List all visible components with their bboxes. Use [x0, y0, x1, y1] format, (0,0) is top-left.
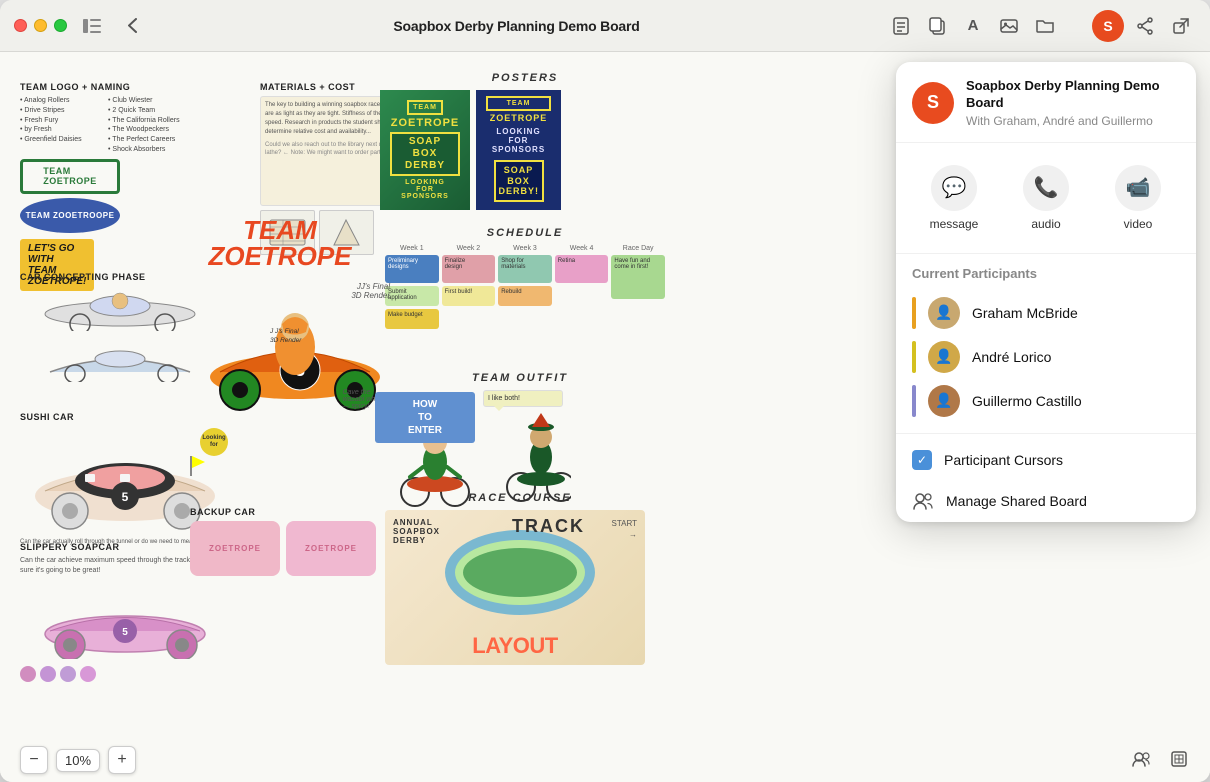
close-button[interactable]	[14, 19, 27, 32]
maximize-button[interactable]	[54, 19, 67, 32]
window-title: Soapbox Derby Planning Demo Board	[157, 18, 876, 34]
bottom-toolbar: − 10% +	[20, 746, 136, 774]
sushi-car-label: SUSHI CAR	[20, 412, 240, 422]
cursors-checkbox-icon: ✓	[912, 450, 932, 470]
race-course-section: RACE COURSE ANNUALSOAPBOXDERBY START→ LA…	[385, 492, 655, 665]
participant-row-andre[interactable]: 👤 André Lorico	[912, 335, 1180, 379]
notes-text: J J's Final3D Render	[270, 327, 370, 345]
collaboration-popup: S Soapbox Derby Planning Demo Board With…	[896, 62, 1196, 522]
folder-icon[interactable]	[1030, 11, 1060, 41]
popup-header: S Soapbox Derby Planning Demo Board With…	[896, 62, 1196, 143]
fit-to-screen-button[interactable]	[1164, 744, 1194, 774]
video-label: video	[1124, 217, 1153, 231]
guillermo-avatar: 👤	[928, 385, 960, 417]
participant-row-graham[interactable]: 👤 Graham McBride	[912, 291, 1180, 335]
team-zoetrope-oval: TEAM ZOOETROOPE	[20, 198, 120, 233]
participant-row-guillermo[interactable]: 👤 Guillermo Castillo	[912, 379, 1180, 423]
participants-title: Current Participants	[912, 266, 1180, 281]
popup-board-subtitle: With Graham, André and Guillermo	[966, 114, 1180, 128]
backup-car-label: BACKUP CAR	[190, 507, 390, 517]
message-action-button[interactable]: 💬 message	[912, 157, 996, 239]
manage-shared-board-label: Manage Shared Board	[946, 493, 1087, 509]
traffic-lights	[14, 19, 67, 32]
team-logo-label: TEAM LOGO + NAMING	[20, 82, 240, 92]
participant-cursors-row[interactable]: ✓ Participant Cursors	[896, 440, 1196, 480]
poster-grid: TEAM ZOETROPE SOAPBOXDERBY LOOKINGFORSPO…	[380, 90, 670, 210]
schedule-section: SCHEDULE Week 1 Preliminarydesigns Submi…	[385, 227, 665, 329]
andre-avatar: 👤	[928, 341, 960, 373]
schedule-label: SCHEDULE	[385, 227, 665, 239]
sidebar-toggle-button[interactable]	[77, 11, 107, 41]
video-icon: 📹	[1115, 165, 1161, 211]
zoom-level-display[interactable]: 10%	[56, 749, 100, 772]
audio-action-button[interactable]: 📞 audio	[1004, 157, 1088, 239]
share-button[interactable]	[1130, 11, 1160, 41]
guillermo-name: Guillermo Castillo	[972, 393, 1082, 409]
image-icon[interactable]	[994, 11, 1024, 41]
zoom-in-button[interactable]: +	[108, 746, 136, 774]
team-zoetrope-text: TEAM ZOETROPE	[180, 217, 380, 269]
message-icon: 💬	[931, 165, 977, 211]
team-outfit-label: TEAM OUTFIT	[385, 372, 655, 384]
guillermo-color-bar	[912, 385, 916, 417]
titlebar: Soapbox Derby Planning Demo Board A S	[0, 0, 1210, 52]
graham-color-bar	[912, 297, 916, 329]
poster-blue: TEAM ZOETROPE LOOKINGFORSPONSORS SOAPBOX…	[476, 90, 561, 210]
graham-name: Graham McBride	[972, 305, 1078, 321]
popup-board-title: Soapbox Derby Planning Demo Board	[966, 78, 1180, 112]
car-concepts-label: CAR CONCEPTING PHASE	[20, 272, 240, 282]
andre-color-bar	[912, 341, 916, 373]
notes-icon[interactable]	[886, 11, 916, 41]
manage-shared-board-row[interactable]: Manage Shared Board	[896, 480, 1196, 522]
popup-header-text: Soapbox Derby Planning Demo Board With G…	[966, 78, 1180, 128]
svg-text:5: 5	[122, 627, 128, 638]
posters-section: POSTERS TEAM ZOETROPE SOAPBOXDERBY LOOKI…	[380, 72, 670, 210]
participants-icon-bottom[interactable]	[1126, 744, 1156, 774]
toolbar-right: A S	[886, 10, 1196, 42]
text-icon[interactable]: A	[958, 11, 988, 41]
big-team-text: TEAM ZOETROPE	[180, 217, 380, 269]
graham-avatar: 👤	[928, 297, 960, 329]
manage-board-icon	[912, 490, 934, 512]
user-avatar-button[interactable]: S	[1092, 10, 1124, 42]
video-action-button[interactable]: 📹 video	[1096, 157, 1180, 239]
schedule-grid: Week 1 Preliminarydesigns Submitapplicat…	[385, 245, 665, 329]
audio-icon: 📞	[1023, 165, 1069, 211]
back-button[interactable]	[117, 11, 147, 41]
audio-label: audio	[1031, 217, 1060, 231]
poster-green: TEAM ZOETROPE SOAPBOXDERBY LOOKINGFORSPO…	[380, 90, 470, 210]
message-label: message	[930, 217, 979, 231]
popup-actions: 💬 message 📞 audio 📹 video	[896, 143, 1196, 254]
race-course-label: RACE COURSE	[385, 492, 655, 504]
bottom-right-toolbar	[1126, 744, 1194, 774]
posters-label: POSTERS	[380, 72, 670, 84]
andre-name: André Lorico	[972, 349, 1051, 365]
open-external-button[interactable]	[1166, 11, 1196, 41]
minimize-button[interactable]	[34, 19, 47, 32]
popup-app-avatar: S	[912, 82, 954, 124]
zoom-out-button[interactable]: −	[20, 746, 48, 774]
divider	[896, 433, 1196, 434]
cursors-label: Participant Cursors	[944, 452, 1063, 468]
copy-icon[interactable]	[922, 11, 952, 41]
car-3d-render: JJ's Final3D Render 5	[200, 282, 390, 412]
participants-section: Current Participants 👤 Graham McBride 👤 …	[896, 254, 1196, 427]
team-zoetrope-logo: TEAMZOETROPE	[20, 159, 120, 194]
app-window: Soapbox Derby Planning Demo Board A S	[0, 0, 1210, 782]
svg-text:5: 5	[122, 490, 129, 504]
how-to-enter-cards: HOWTOENTER	[375, 392, 475, 443]
backup-car-section: BACKUP CAR ZOETROPE ZOETROPE	[190, 507, 390, 576]
